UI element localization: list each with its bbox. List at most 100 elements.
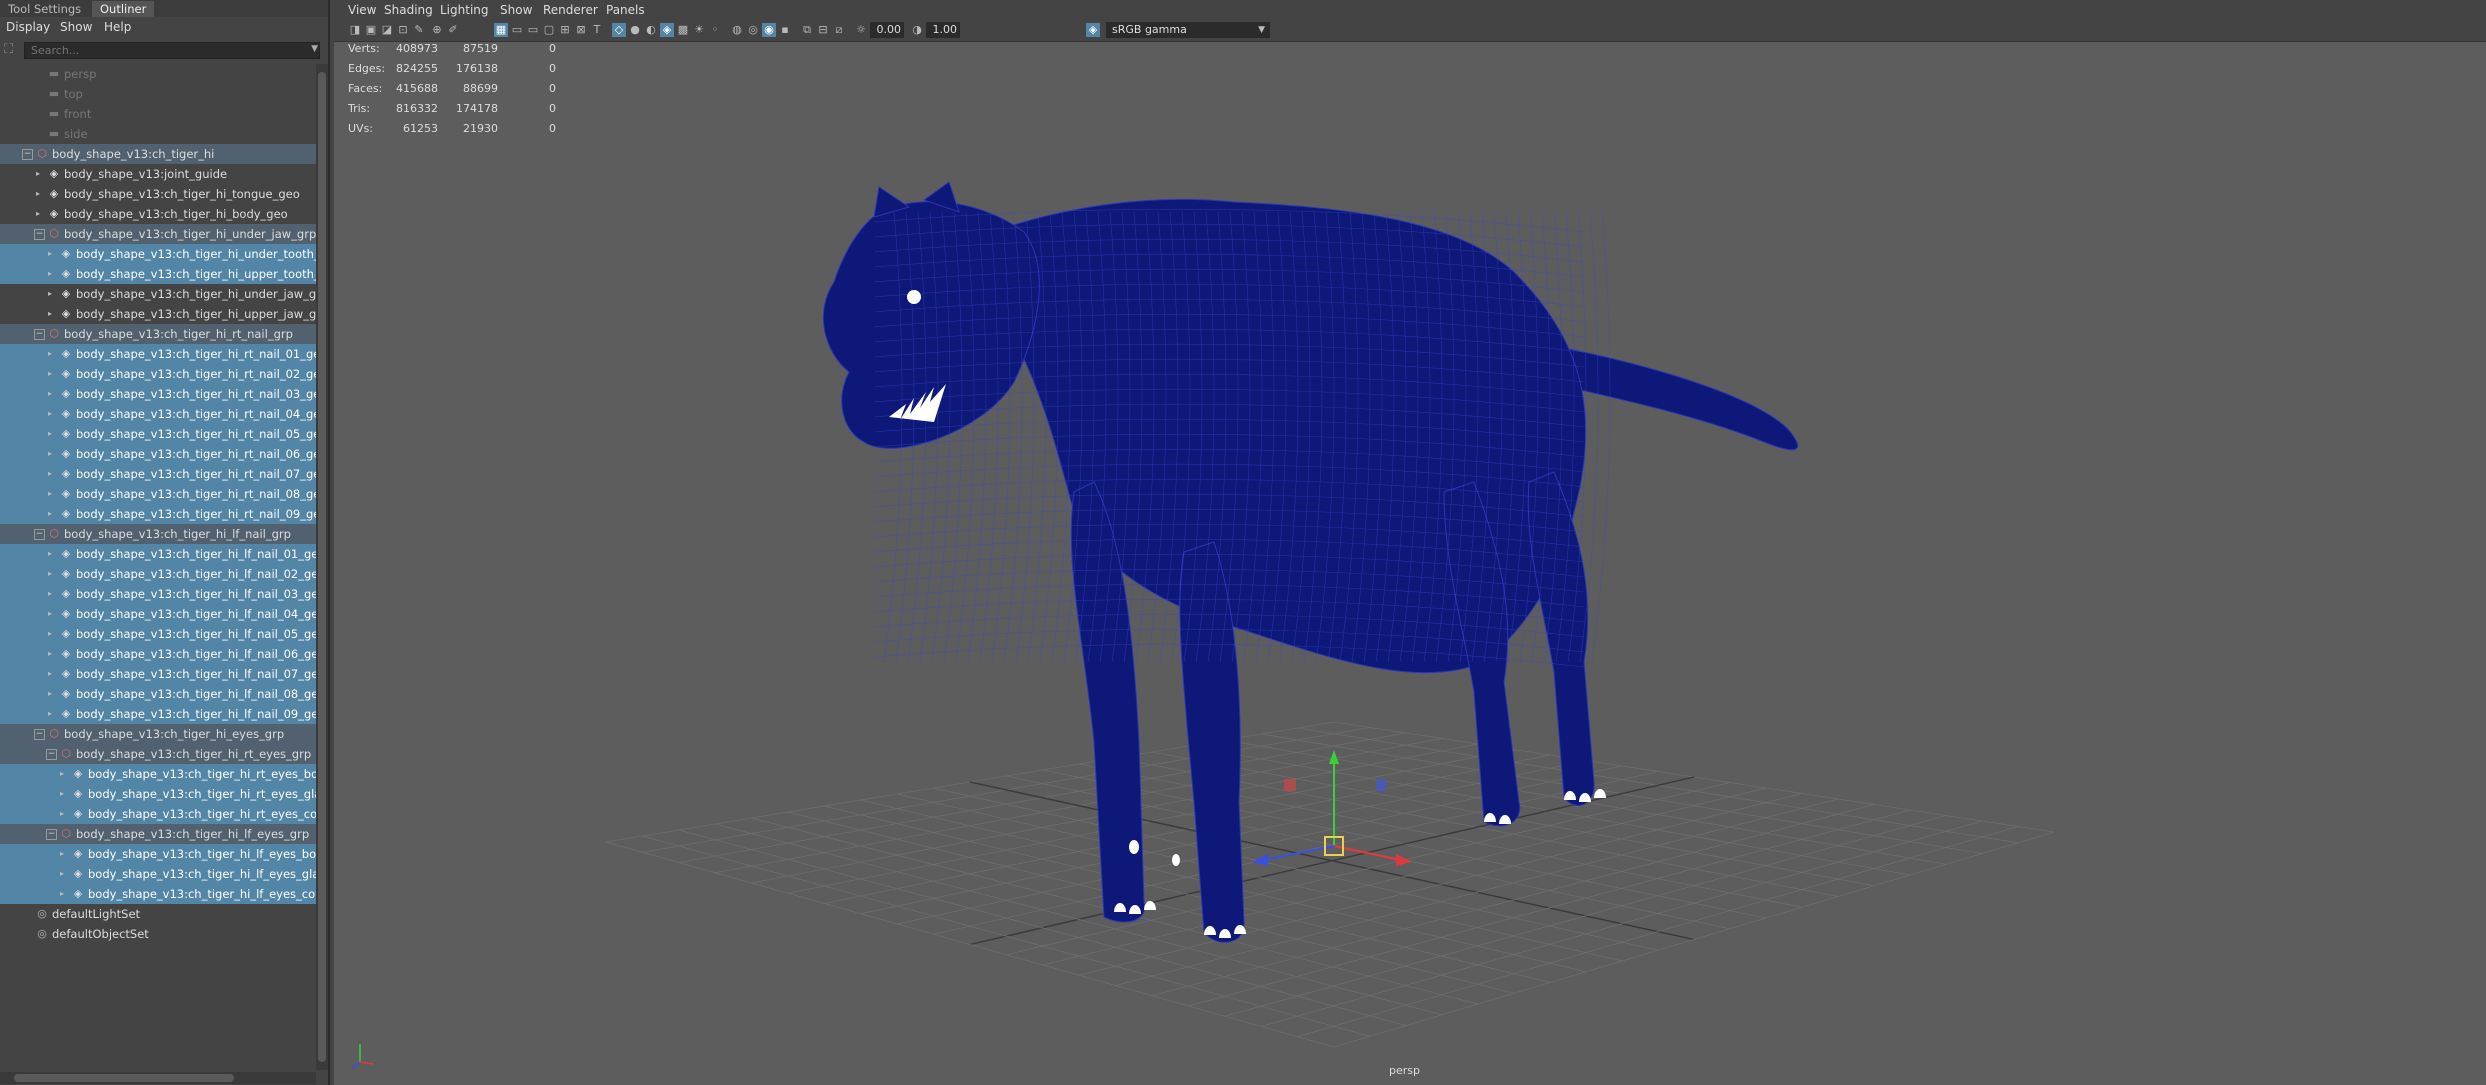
- field-chart-icon[interactable]: ⊞: [558, 23, 572, 37]
- manipulator-yz-plane[interactable]: [1376, 779, 1386, 791]
- outliner-row[interactable]: ▸ ◈ body_shape_v13:ch_tiger_hi_rt_eyes_gla…: [0, 784, 316, 804]
- color-space-dropdown[interactable]: sRGB gamma ▼: [1106, 22, 1270, 38]
- expand-arrow-icon[interactable]: ▸: [36, 204, 40, 224]
- outliner-row[interactable]: ▸ ◈ body_shape_v13:ch_tiger_hi_rt_nail_05_…: [0, 424, 316, 444]
- outliner-row[interactable]: ▸ ◈ body_shape_v13:ch_tiger_hi_rt_nail_03_…: [0, 384, 316, 404]
- expand-arrow-icon[interactable]: ▸: [48, 264, 52, 284]
- menu-panels[interactable]: Panels: [606, 2, 645, 18]
- outliner-row[interactable]: ▸ ◈ body_shape_v13:ch_tiger_hi_lf_eyes_cov…: [0, 884, 316, 904]
- search-input[interactable]: [24, 42, 320, 59]
- menu-shading[interactable]: Shading: [384, 2, 433, 18]
- tab-tool-settings[interactable]: Tool Settings: [0, 1, 89, 17]
- outliner-group-row[interactable]: − ⬡ body_shape_v13:ch_tiger_hi_under_jaw_g…: [0, 224, 316, 244]
- grease-icon[interactable]: ✐: [446, 23, 460, 37]
- outliner-row[interactable]: ▬ side: [0, 124, 316, 144]
- outliner-group-row[interactable]: − ⬡ body_shape_v13:ch_tiger_hi_rt_eyes_grp: [0, 744, 316, 764]
- expand-arrow-icon[interactable]: ▸: [48, 424, 52, 444]
- outliner-row[interactable]: ▬ top: [0, 84, 316, 104]
- bookmark-icon[interactable]: ◪: [380, 23, 394, 37]
- collapse-toggle[interactable]: −: [34, 529, 45, 540]
- gamma-icon[interactable]: ◑: [910, 23, 924, 37]
- collapse-toggle[interactable]: −: [46, 749, 57, 760]
- shadows-icon[interactable]: ◦: [708, 23, 722, 37]
- manipulator-x-arrow[interactable]: [1396, 854, 1412, 866]
- expand-arrow-icon[interactable]: ▸: [48, 604, 52, 624]
- vertical-scrollbar[interactable]: [316, 64, 328, 1070]
- safe-action-icon[interactable]: ⊠: [574, 23, 588, 37]
- chevron-down-icon[interactable]: ▼: [311, 44, 318, 54]
- expand-arrow-icon[interactable]: ▸: [48, 284, 52, 304]
- resolution-gate-icon[interactable]: ▭: [526, 23, 540, 37]
- film-gate-icon[interactable]: ▭: [510, 23, 524, 37]
- outliner-row[interactable]: ▸ ◈ body_shape_v13:ch_tiger_hi_lf_nail_01_…: [0, 544, 316, 564]
- wireframe-on-shaded-icon[interactable]: ◈: [660, 23, 674, 37]
- outliner-row[interactable]: ▸ ◈ body_shape_v13:ch_tiger_hi_lf_nail_04_…: [0, 604, 316, 624]
- outliner-row[interactable]: ▸ ◈ body_shape_v13:ch_tiger_hi_rt_nail_01_…: [0, 344, 316, 364]
- outliner-group-row[interactable]: − ⬡ body_shape_v13:ch_tiger_hi_eyes_grp: [0, 724, 316, 744]
- color-management-icon[interactable]: ◈: [1086, 23, 1100, 37]
- camera-attributes-icon[interactable]: ▣: [364, 23, 378, 37]
- expand-arrow-icon[interactable]: ▸: [48, 444, 52, 464]
- menu-lighting[interactable]: Lighting: [440, 2, 489, 18]
- expand-arrow-icon[interactable]: ▸: [48, 584, 52, 604]
- expand-arrow-icon[interactable]: ▸: [48, 564, 52, 584]
- motion-blur-icon[interactable]: ◎: [746, 23, 760, 37]
- exposure-field[interactable]: 0.00: [870, 22, 904, 38]
- collapse-toggle[interactable]: −: [22, 149, 33, 160]
- outliner-row[interactable]: ▸ ◈ body_shape_v13:ch_tiger_hi_rt_nail_08_…: [0, 484, 316, 504]
- outliner-row[interactable]: ▸ ◈ body_shape_v13:ch_tiger_hi_body_geo: [0, 204, 316, 224]
- expand-arrow-icon[interactable]: ▸: [60, 884, 64, 904]
- grid-icon[interactable]: ▦: [494, 23, 508, 37]
- lights-icon[interactable]: ☀: [692, 23, 706, 37]
- expand-arrow-icon[interactable]: ▸: [48, 364, 52, 384]
- gamma-field[interactable]: 1.00: [926, 22, 960, 38]
- textured-icon[interactable]: ▩: [676, 23, 690, 37]
- tiger-wireframe-model[interactable]: [822, 181, 1799, 943]
- outliner-row[interactable]: ▬ persp: [0, 64, 316, 84]
- expand-arrow-icon[interactable]: ▸: [48, 484, 52, 504]
- outliner-row[interactable]: ▸ ◈ body_shape_v13:ch_tiger_hi_rt_eyes_cov…: [0, 804, 316, 824]
- viewport-panel[interactable]: View Shading Lighting Show Renderer Pane…: [334, 0, 2486, 1085]
- menu-display[interactable]: Display: [6, 19, 50, 36]
- menu-show[interactable]: Show: [500, 2, 532, 18]
- exposure-icon[interactable]: ☼: [854, 23, 868, 37]
- scrollbar-thumb[interactable]: [14, 1074, 234, 1082]
- select-camera-icon[interactable]: ◨: [348, 23, 362, 37]
- outliner-row[interactable]: ▸ ◈ body_shape_v13:ch_tiger_hi_tongue_geo: [0, 184, 316, 204]
- filter-icon[interactable]: ⛶: [4, 43, 18, 57]
- outliner-row[interactable]: ▸ ◈ body_shape_v13:ch_tiger_hi_upper_jaw_g…: [0, 304, 316, 324]
- expand-arrow-icon[interactable]: ▸: [48, 464, 52, 484]
- outliner-row[interactable]: ▸ ◈ body_shape_v13:ch_tiger_hi_under_tooth…: [0, 244, 316, 264]
- collapse-toggle[interactable]: −: [46, 829, 57, 840]
- outliner-group-row[interactable]: − ⬡ body_shape_v13:ch_tiger_hi_lf_eyes_grp: [0, 824, 316, 844]
- outliner-row[interactable]: ▸ ◈ body_shape_v13:ch_tiger_hi_lf_nail_06_…: [0, 644, 316, 664]
- wireframe-icon[interactable]: ◇: [612, 23, 626, 37]
- smooth-shade-icon[interactable]: ●: [628, 23, 642, 37]
- expand-arrow-icon[interactable]: ▸: [60, 864, 64, 884]
- expand-arrow-icon[interactable]: ▸: [48, 544, 52, 564]
- outliner-row[interactable]: ▸ ◈ body_shape_v13:joint_guide: [0, 164, 316, 184]
- image-plane-icon[interactable]: ⊡: [396, 23, 410, 37]
- outliner-row[interactable]: ▸ ◈ body_shape_v13:ch_tiger_hi_rt_nail_06_…: [0, 444, 316, 464]
- manipulator-y-arrow[interactable]: [1329, 750, 1339, 764]
- isolate-select-icon[interactable]: ⧉: [800, 23, 814, 37]
- menu-view[interactable]: View: [348, 2, 376, 18]
- menu-renderer[interactable]: Renderer: [543, 2, 598, 18]
- depth-of-field-icon[interactable]: ▪: [778, 23, 792, 37]
- expand-arrow-icon[interactable]: ▸: [36, 164, 40, 184]
- outliner-row[interactable]: ▸ ◈ body_shape_v13:ch_tiger_hi_lf_eyes_gla…: [0, 864, 316, 884]
- outliner-row[interactable]: ▸ ◈ body_shape_v13:ch_tiger_hi_lf_eyes_bod…: [0, 844, 316, 864]
- expand-arrow-icon[interactable]: ▸: [60, 844, 64, 864]
- expand-arrow-icon[interactable]: ▸: [48, 684, 52, 704]
- default-material-icon[interactable]: ◐: [644, 23, 658, 37]
- gate-mask-icon[interactable]: ▢: [542, 23, 556, 37]
- expand-arrow-icon[interactable]: ▸: [48, 704, 52, 724]
- 2d-pan-zoom-icon[interactable]: ⊕: [430, 23, 444, 37]
- expand-arrow-icon[interactable]: ▸: [48, 404, 52, 424]
- manipulator-xy-plane[interactable]: [1284, 779, 1296, 791]
- tab-outliner[interactable]: Outliner: [92, 1, 155, 17]
- outliner-row[interactable]: ▸ ◈ body_shape_v13:ch_tiger_hi_rt_nail_04_…: [0, 404, 316, 424]
- collapse-toggle[interactable]: −: [34, 329, 45, 340]
- expand-arrow-icon[interactable]: ▸: [60, 784, 64, 804]
- outliner-row[interactable]: ▸ ◈ body_shape_v13:ch_tiger_hi_rt_eyes_bod…: [0, 764, 316, 784]
